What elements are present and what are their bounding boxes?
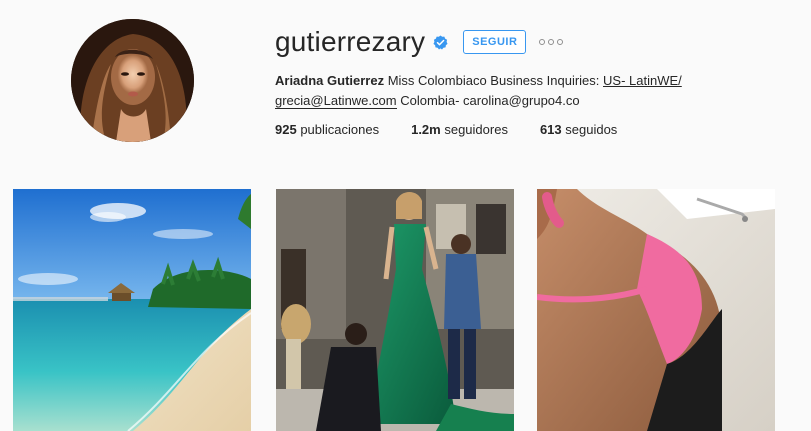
posts-label: publicaciones xyxy=(296,122,380,137)
followers-count: 1.2m xyxy=(411,122,441,137)
profile-avatar[interactable] xyxy=(71,19,194,142)
bio-link[interactable]: US- LatinWE/ xyxy=(603,73,682,88)
bio-text-contact: Colombia- carolina@grupo4.co xyxy=(396,93,580,108)
bio-text: Miss Colombiaco Business Inquiries: xyxy=(384,73,604,88)
more-options-icon[interactable] xyxy=(539,32,564,52)
profile-stats: 925 publicaciones 1.2m seguidores 613 se… xyxy=(275,122,649,137)
following-stat[interactable]: 613 seguidos xyxy=(540,122,617,137)
beach-photo xyxy=(13,189,251,431)
post-thumbnail-green-gown[interactable] xyxy=(276,189,514,431)
pink-top-photo xyxy=(537,189,775,431)
profile-page: gutierrezary SEGUIR Ariadna Gutierrez Mi… xyxy=(0,0,811,431)
posts-count: 925 xyxy=(275,122,297,137)
green-gown-photo xyxy=(276,189,514,431)
verified-badge-icon xyxy=(433,34,448,50)
followers-stat[interactable]: 1.2m seguidores xyxy=(411,122,508,137)
profile-bio: Ariadna Gutierrez Miss Colombiaco Busine… xyxy=(275,71,745,111)
following-label: seguidos xyxy=(561,122,618,137)
bio-email-link[interactable]: grecia@Latinwe.com xyxy=(275,93,397,109)
posts-count-stat: 925 publicaciones xyxy=(275,122,379,137)
following-count: 613 xyxy=(539,122,562,137)
followers-label: seguidores xyxy=(440,122,508,137)
full-name: Ariadna Gutierrez xyxy=(275,73,385,88)
profile-header: gutierrezary SEGUIR xyxy=(275,24,564,60)
username: gutierrezary xyxy=(275,26,426,57)
post-thumbnail-pink-top[interactable] xyxy=(537,189,775,431)
follow-button[interactable]: SEGUIR xyxy=(463,30,527,54)
post-thumbnail-beach[interactable] xyxy=(13,189,251,431)
avatar-image xyxy=(71,19,194,142)
